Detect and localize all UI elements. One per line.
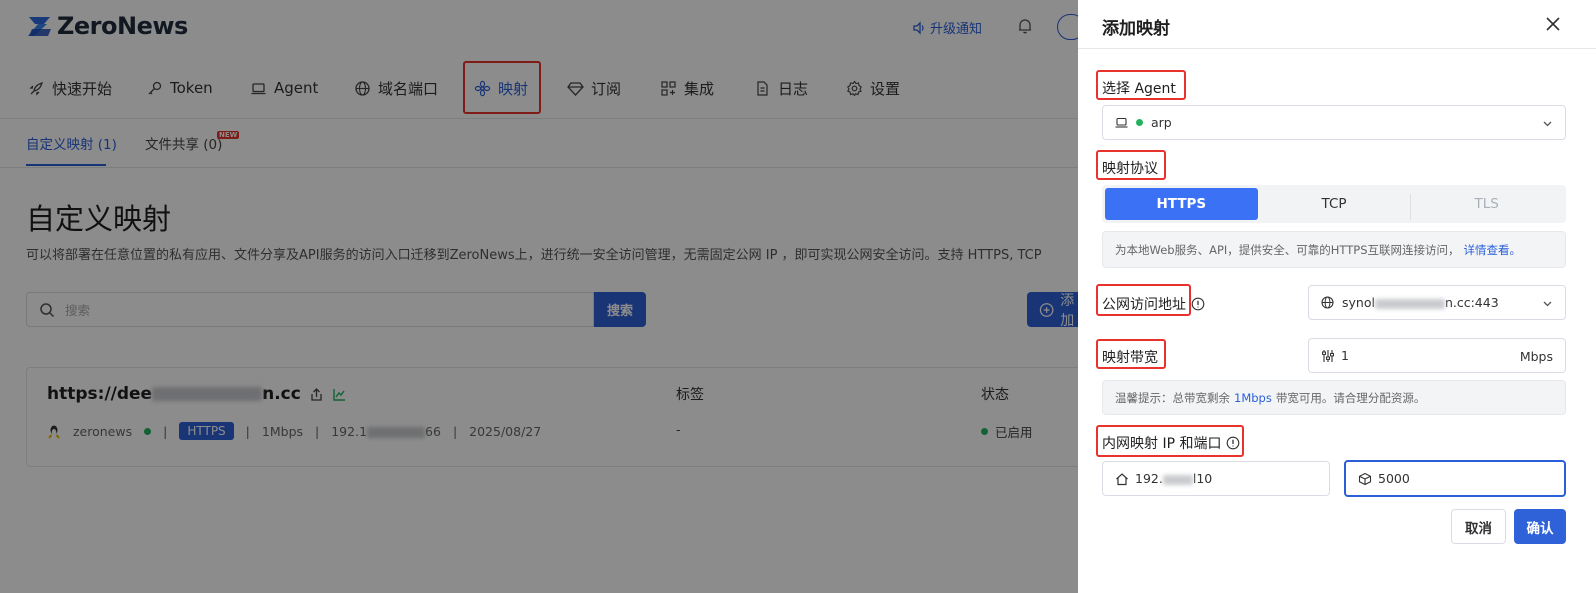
- info-icon[interactable]: [1191, 297, 1205, 311]
- internal-address-label: 内网映射 IP 和端口: [1102, 433, 1240, 453]
- segment-separator: [1410, 194, 1412, 220]
- internal-ip-suffix: l10: [1192, 471, 1213, 486]
- internal-address-label-text: 内网映射 IP 和端口: [1102, 436, 1222, 452]
- internal-port-value: 5000: [1378, 471, 1410, 486]
- cube-icon: [1358, 472, 1372, 485]
- remaining-bandwidth: 1Mbps: [1234, 390, 1272, 405]
- chevron-down-icon: [1543, 121, 1552, 127]
- home-icon: [1116, 472, 1128, 485]
- agent-online-dot: [1136, 119, 1143, 126]
- chevron-down-icon: [1543, 301, 1552, 307]
- public-address-label: 公网访问地址: [1102, 294, 1205, 314]
- internal-port-input[interactable]: 5000: [1344, 460, 1566, 497]
- agent-label: 选择 Agent: [1102, 81, 1176, 97]
- globe-icon: [1321, 296, 1334, 309]
- confirm-button[interactable]: 确认: [1514, 509, 1566, 544]
- drawer-title: 添加映射: [1102, 19, 1170, 39]
- bandwidth-label: 映射带宽: [1102, 350, 1158, 366]
- bandwidth-hint-pre: 温馨提示：总带宽剩余: [1115, 390, 1230, 405]
- cancel-button[interactable]: 取消: [1451, 509, 1506, 544]
- bandwidth-input[interactable]: 1 Mbps: [1308, 338, 1566, 373]
- protocol-label: 映射协议: [1102, 161, 1158, 177]
- sliders-icon: [1322, 349, 1334, 362]
- protocol-option-https[interactable]: HTTPS: [1105, 188, 1258, 220]
- protocol-hint: 为本地Web服务、API，提供安全、可靠的HTTPS互联网连接访问， 详情查看。: [1102, 231, 1566, 268]
- info-icon[interactable]: [1226, 436, 1240, 450]
- close-icon[interactable]: [1544, 15, 1562, 33]
- redacted-text: [1374, 298, 1445, 309]
- bandwidth-hint-post: 带宽可用。请合理分配资源。: [1275, 390, 1426, 405]
- public-address-select[interactable]: synol n.cc:443: [1308, 285, 1566, 320]
- details-link[interactable]: 详情查看。: [1464, 242, 1522, 258]
- protocol-selector: HTTPS TCP TLS: [1102, 185, 1566, 223]
- protocol-option-tls: TLS: [1410, 188, 1563, 220]
- public-address-suffix: n.cc:443: [1444, 295, 1499, 310]
- protocol-option-label: TCP: [1321, 196, 1347, 212]
- protocol-option-label: TLS: [1474, 196, 1499, 212]
- redacted-text: [1162, 474, 1193, 485]
- public-address-label-text: 公网访问地址: [1102, 297, 1186, 313]
- laptop-icon: [1115, 117, 1128, 128]
- bandwidth-hint: 温馨提示：总带宽剩余 1Mbps 带宽可用。请合理分配资源。: [1102, 380, 1566, 415]
- drawer-header: 添加映射: [1078, 0, 1596, 49]
- public-address-prefix: synol: [1342, 295, 1375, 310]
- protocol-option-tcp[interactable]: TCP: [1258, 188, 1411, 220]
- modal-overlay[interactable]: [0, 0, 1078, 593]
- internal-ip-prefix: 192.: [1135, 471, 1163, 486]
- add-mapping-drawer: 添加映射 选择 Agent arp 映射协议 HTTPS TCP TLS 为本地…: [1078, 0, 1596, 593]
- internal-ip-input[interactable]: 192. l10: [1102, 461, 1330, 496]
- agent-value: arp: [1151, 115, 1172, 130]
- agent-select[interactable]: arp: [1102, 105, 1566, 140]
- protocol-hint-text: 为本地Web服务、API，提供安全、可靠的HTTPS互联网连接访问，: [1115, 242, 1460, 257]
- bandwidth-value: 1: [1341, 348, 1349, 363]
- bandwidth-unit: Mbps: [1519, 349, 1553, 364]
